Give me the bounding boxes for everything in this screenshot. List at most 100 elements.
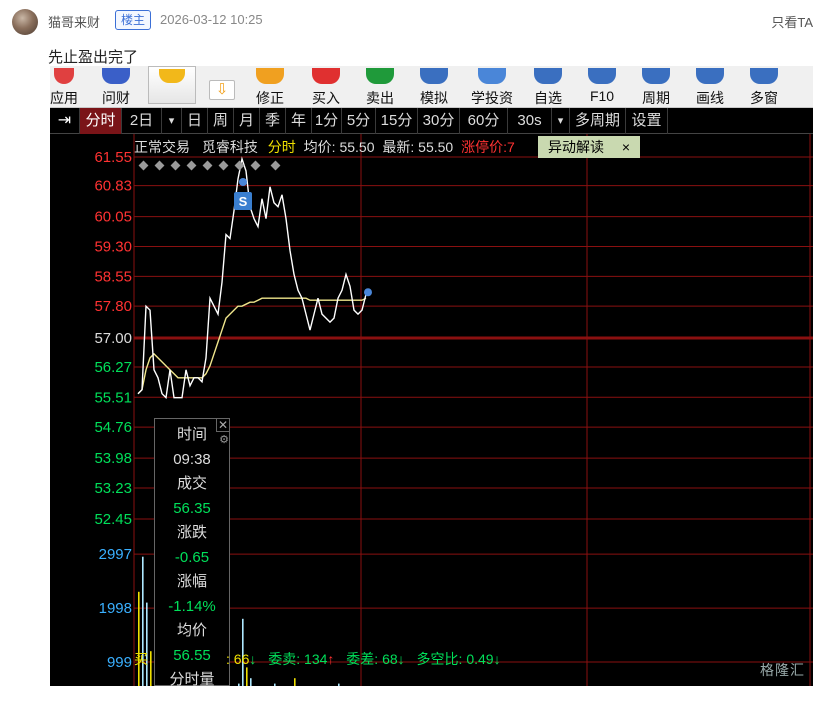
flash-icon bbox=[159, 69, 185, 83]
volume-tick-label: 2997 bbox=[99, 546, 132, 563]
tab-month[interactable]: 月 bbox=[234, 108, 260, 134]
diff-value: 68 bbox=[382, 651, 398, 667]
tooltip-pct-label: 涨幅 bbox=[176, 573, 207, 590]
learn-icon bbox=[478, 68, 506, 84]
tab-2day-dropdown[interactable]: ▾ bbox=[162, 108, 182, 134]
tooltip-deal-label: 成交 bbox=[176, 475, 207, 492]
toolbar-item-period[interactable]: 周期 bbox=[634, 66, 678, 108]
tab-30s[interactable]: 30s bbox=[508, 108, 552, 134]
toolbar-item-apps[interactable]: 应用 bbox=[50, 66, 82, 108]
wencai-icon bbox=[102, 68, 130, 84]
price-tick-label: 55.51 bbox=[94, 389, 132, 406]
tooltip-close-icon[interactable]: ✕ bbox=[216, 418, 230, 432]
price-tick-label: 53.23 bbox=[94, 480, 132, 497]
simulate-icon bbox=[420, 68, 448, 84]
toolbar-item-arrow[interactable]: ⇩ bbox=[204, 66, 240, 108]
tab-year[interactable]: 年 bbox=[286, 108, 312, 134]
tab-30min[interactable]: 30分 bbox=[418, 108, 460, 134]
event-diamond-icon bbox=[154, 160, 165, 171]
volume-bar bbox=[338, 683, 340, 686]
price-tick-label: 57.80 bbox=[94, 298, 132, 315]
stock-screenshot: 应用 问财 ⇩ 修正 买入 卖出 模拟 学投资 自选 F10 周期 画线 多窗 … bbox=[50, 66, 813, 686]
diff-label: 委差: bbox=[346, 651, 383, 667]
info-bar: 正常交易 觅睿科技 分时 均价: 55.50 最新: 55.50 涨停价:7 bbox=[134, 136, 515, 158]
volume-bar bbox=[138, 591, 140, 686]
tab-quarter[interactable]: 季 bbox=[260, 108, 286, 134]
tab-60min[interactable]: 60分 bbox=[460, 108, 508, 134]
volume-bar bbox=[274, 683, 276, 686]
period-icon bbox=[642, 68, 670, 84]
watchlist-icon bbox=[534, 68, 562, 84]
volume-bar bbox=[294, 678, 296, 686]
anomaly-label: 异动解读 bbox=[548, 139, 604, 155]
op-badge: 楼主 bbox=[115, 10, 152, 30]
tab-fenshi[interactable]: 分时 bbox=[80, 108, 122, 134]
tab-1min[interactable]: 1分 bbox=[312, 108, 342, 134]
post-timestamp: 2026-03-12 10:25 bbox=[160, 12, 263, 27]
tab-day[interactable]: 日 bbox=[182, 108, 208, 134]
toolbar-item-learn[interactable]: 学投资 bbox=[464, 66, 520, 108]
stock-name: 觅睿科技 bbox=[201, 139, 258, 155]
event-diamond-icon bbox=[202, 160, 213, 171]
ask-up-arrow-icon: ↑ bbox=[327, 651, 335, 667]
latest-value: 55.50 bbox=[418, 139, 454, 155]
author-name[interactable]: 猫哥来财 bbox=[48, 12, 100, 31]
close-icon[interactable]: × bbox=[622, 139, 630, 155]
only-ta-link[interactable]: 只看TA bbox=[771, 12, 813, 31]
tooltip-pct: -1.14% bbox=[168, 597, 216, 615]
toolbar-item-flash[interactable] bbox=[148, 66, 196, 104]
bid-value: : 66 bbox=[226, 651, 250, 667]
toggle-panel-icon[interactable]: ⇥ bbox=[50, 108, 80, 134]
ratio-label: 多空比: bbox=[416, 651, 467, 667]
tab-settings[interactable]: 设置 bbox=[626, 108, 668, 134]
tab-30s-dropdown[interactable]: ▾ bbox=[552, 108, 570, 134]
latest-price-dot bbox=[364, 288, 372, 297]
ask-label: 委卖: bbox=[268, 651, 305, 667]
ask-value: 134 bbox=[304, 651, 328, 667]
event-diamond-icon bbox=[270, 160, 281, 171]
toolbar-item-sell[interactable]: 卖出 bbox=[358, 66, 402, 108]
tooltip-change: -0.65 bbox=[174, 548, 210, 566]
toolbar-item-watchlist[interactable]: 自选 bbox=[526, 66, 570, 108]
ratio-value: 0.49 bbox=[466, 651, 494, 667]
toolbar-item-xiuzheng[interactable]: 修正 bbox=[248, 66, 292, 108]
event-diamond-icon bbox=[218, 160, 229, 171]
event-diamond-icon bbox=[186, 160, 197, 171]
signal-marker-label: S bbox=[239, 194, 248, 209]
toolbar-item-simulate[interactable]: 模拟 bbox=[412, 66, 456, 108]
avg-price-line bbox=[137, 297, 367, 395]
price-tick-label: 56.27 bbox=[94, 359, 132, 376]
post-root: 猫哥来财 楼主 2026-03-12 10:25 只看TA 先止盈出完了 应用 … bbox=[0, 0, 833, 704]
crosshair-tooltip: ✕ ⚙ 时间 09:38 成交 56.35 涨跌 -0.65 涨幅 -1.14%… bbox=[154, 418, 230, 686]
event-diamond-icon bbox=[170, 160, 181, 171]
watermark: 格隆汇 bbox=[760, 662, 805, 678]
toolbar-item-draw[interactable]: 画线 bbox=[688, 66, 732, 108]
toolbar-item-multiwindow[interactable]: 多窗 bbox=[742, 66, 786, 108]
price-tick-label: 52.45 bbox=[94, 511, 132, 528]
volume-tick-label: 999 bbox=[107, 654, 132, 671]
price-tick-label: 58.55 bbox=[94, 268, 132, 285]
tab-15min[interactable]: 15分 bbox=[376, 108, 418, 134]
tab-5min[interactable]: 5分 bbox=[342, 108, 376, 134]
price-tick-label: 57.00 bbox=[94, 330, 132, 347]
buy-icon bbox=[312, 68, 340, 84]
toolbar-item-wencai[interactable]: 问财 bbox=[94, 66, 138, 108]
tab-2day[interactable]: 2日 bbox=[122, 108, 162, 134]
avatar[interactable] bbox=[12, 9, 38, 35]
app-toolbar: 应用 问财 ⇩ 修正 买入 卖出 模拟 学投资 自选 F10 周期 画线 多窗 bbox=[50, 66, 813, 108]
volume-bar bbox=[246, 667, 248, 686]
tab-week[interactable]: 周 bbox=[208, 108, 234, 134]
toolbar-item-f10[interactable]: F10 bbox=[580, 66, 624, 108]
anomaly-button[interactable]: 异动解读 × bbox=[538, 136, 641, 158]
apps-icon bbox=[54, 68, 74, 84]
volume-bar bbox=[250, 678, 252, 686]
price-tick-label: 53.98 bbox=[94, 450, 132, 467]
ratio-down-arrow-icon: ↓ bbox=[493, 651, 501, 667]
post-text: 先止盈出完了 bbox=[48, 49, 139, 66]
tooltip-settings-icon[interactable]: ⚙ bbox=[219, 433, 229, 446]
mode-label: 分时 bbox=[267, 139, 296, 155]
bid-down-arrow-icon: ↓ bbox=[249, 651, 257, 667]
toolbar-item-buy[interactable]: 买入 bbox=[304, 66, 348, 108]
price-tick-label: 61.55 bbox=[94, 149, 132, 166]
tab-multi-period[interactable]: 多周期 bbox=[570, 108, 626, 134]
